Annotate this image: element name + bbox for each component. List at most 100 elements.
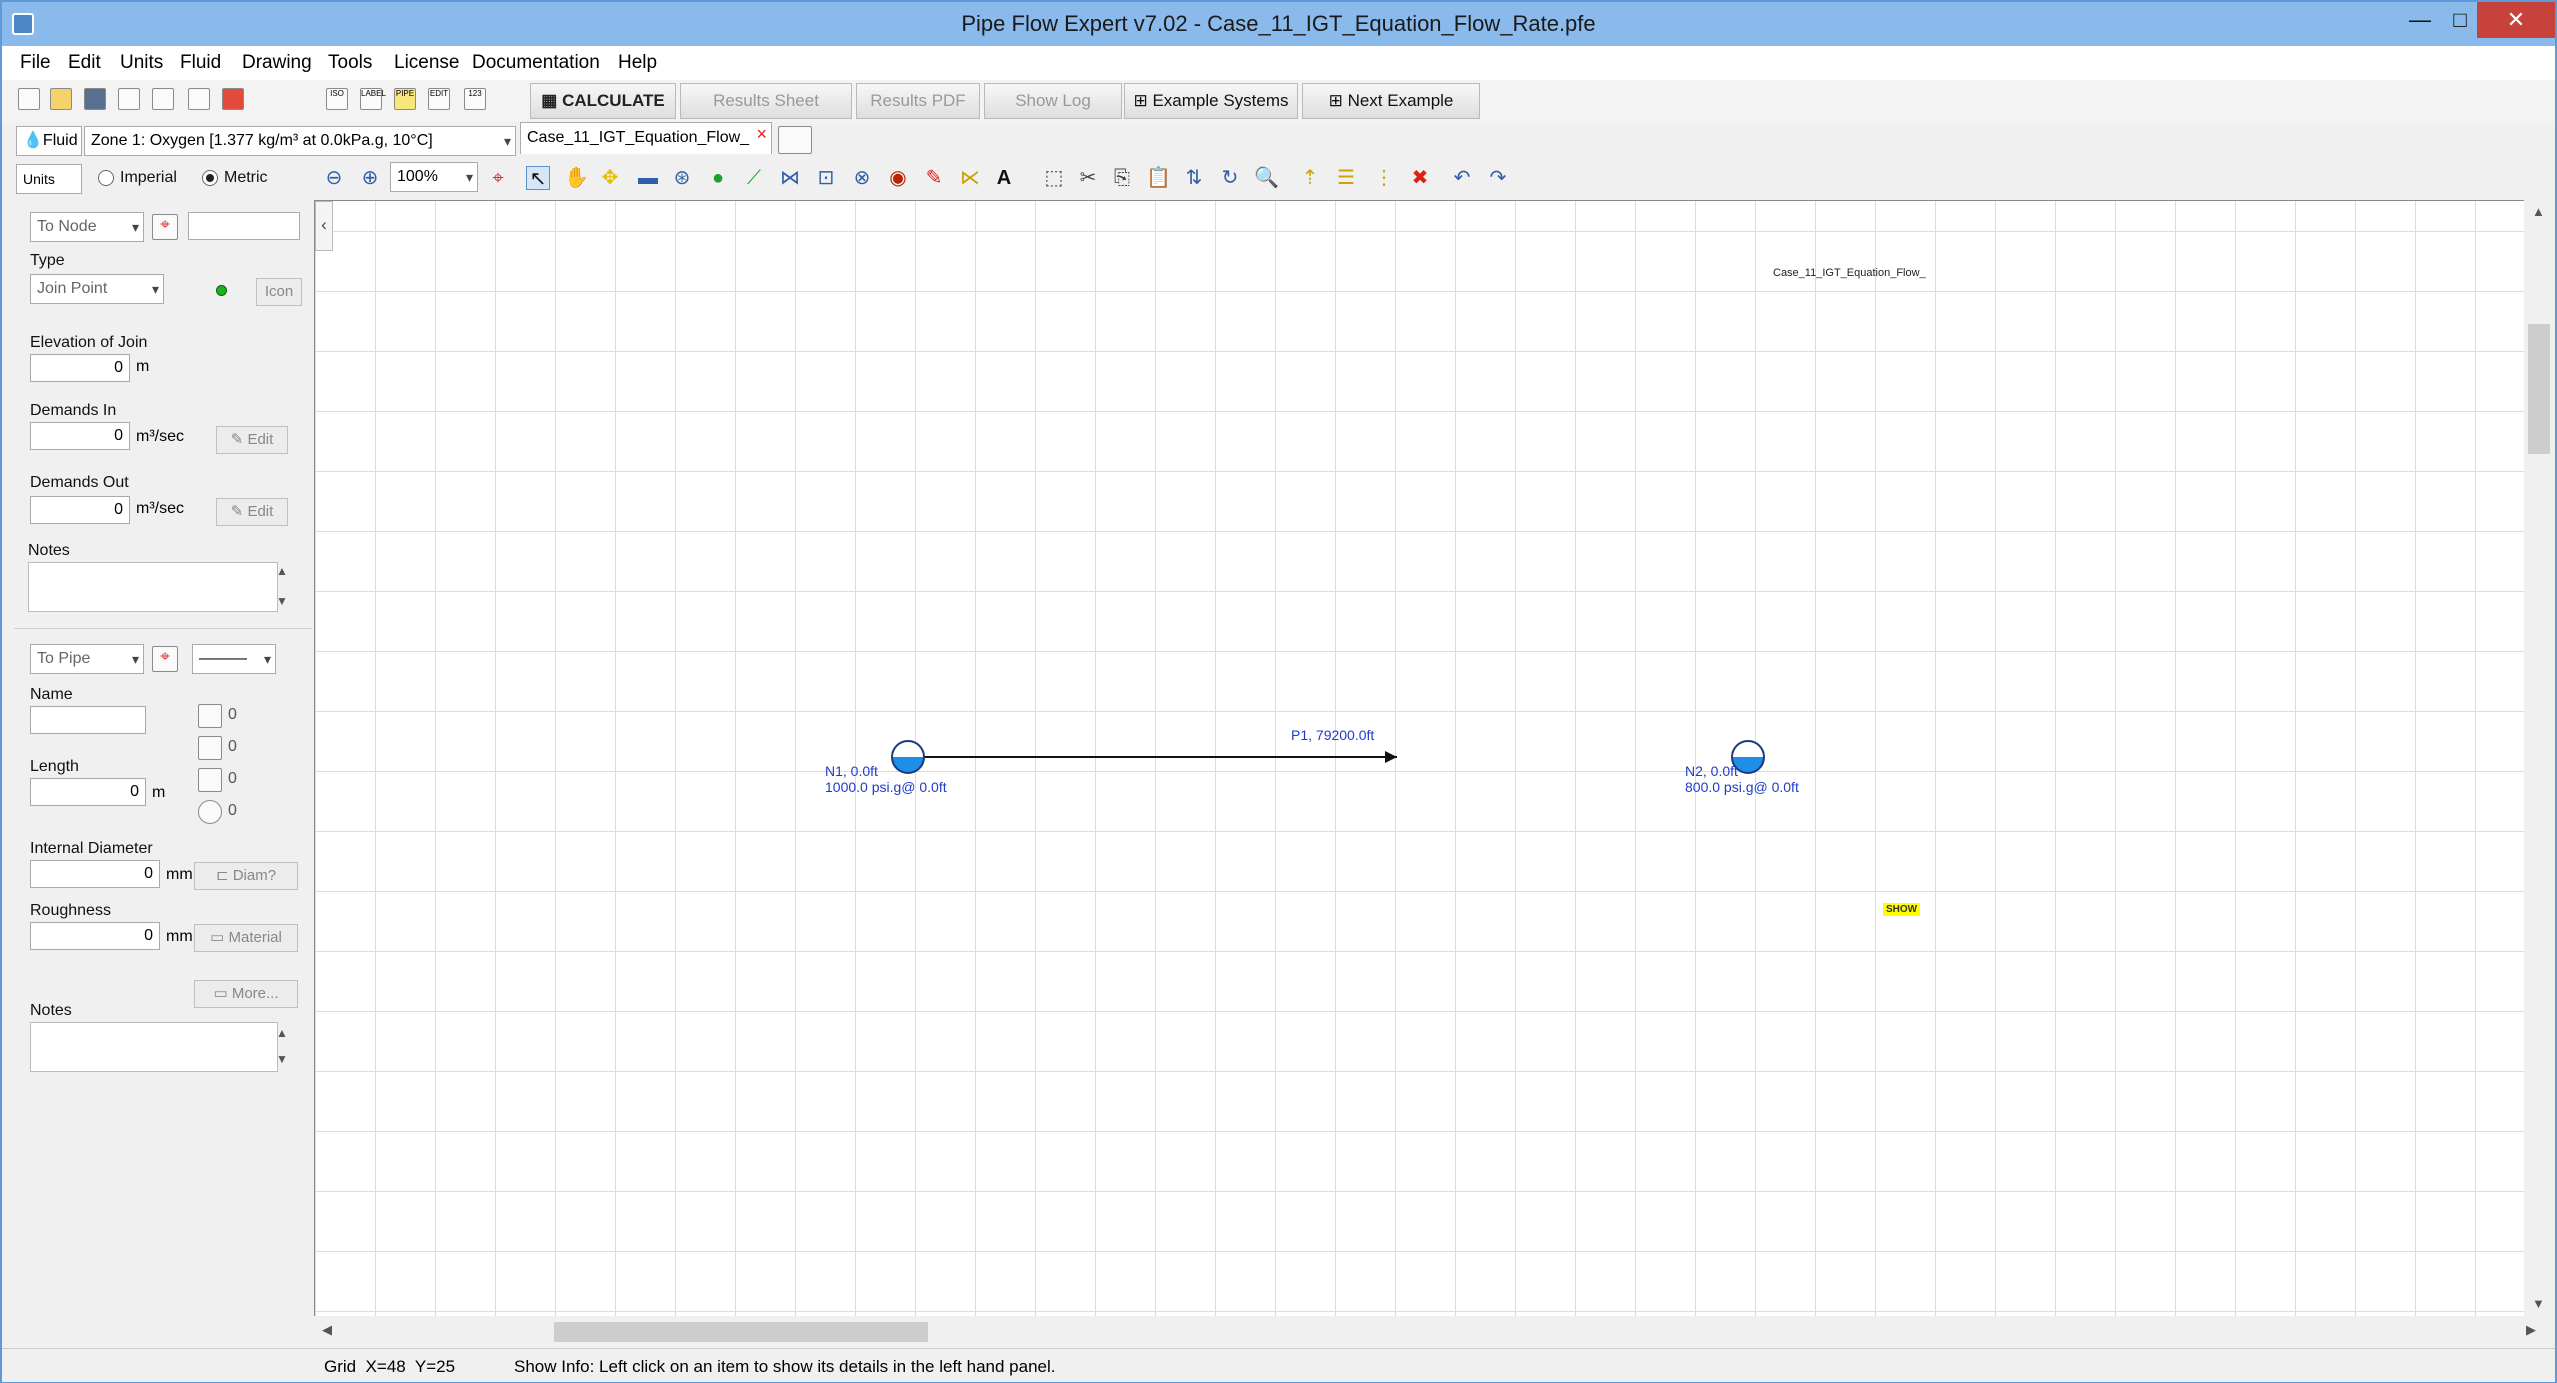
node-n1[interactable]	[891, 740, 925, 774]
horizontal-scrollbar[interactable]: ◀ ▶	[314, 1316, 2536, 1346]
label-icon[interactable]: LABEL	[360, 88, 386, 110]
valve-icon[interactable]: ⋈	[778, 166, 802, 190]
length-field[interactable]: 0	[30, 778, 146, 806]
demands-out-edit-button[interactable]: ✎ Edit	[216, 498, 288, 526]
box-select-icon[interactable]: ⬚	[1042, 166, 1066, 190]
menu-units[interactable]: Units	[120, 52, 163, 74]
iso-icon[interactable]: ISO	[326, 88, 348, 110]
pipe-icon[interactable]: PIPE	[394, 88, 416, 110]
distribute-icon[interactable]: ⋮	[1372, 166, 1396, 190]
pipe-notes-scroll-down-icon[interactable]: ▼	[276, 1052, 288, 1066]
pdf-icon[interactable]	[222, 88, 244, 110]
pipe-notes-scroll-up-icon[interactable]: ▲	[276, 1026, 288, 1040]
edit-icon[interactable]: EDIT	[428, 88, 450, 110]
tab-close-icon[interactable]: ×	[756, 119, 767, 149]
flip-icon[interactable]: ⇅	[1182, 166, 1206, 190]
elevation-field[interactable]: 0	[30, 354, 130, 382]
demands-in-edit-button[interactable]: ✎ Edit	[216, 426, 288, 454]
menu-help[interactable]: Help	[618, 52, 657, 74]
horizontal-scroll-thumb[interactable]	[554, 1322, 928, 1342]
to-node-select[interactable]: To Node ▾	[30, 212, 144, 242]
numbers-icon[interactable]: 123	[464, 88, 486, 110]
print-icon[interactable]	[188, 88, 210, 110]
zoom-out-icon[interactable]: ⊖	[322, 166, 346, 190]
pump-icon[interactable]: ⊛	[670, 166, 694, 190]
zoom-select[interactable]: 100% ▾	[390, 162, 478, 192]
node-icon[interactable]: ●	[706, 166, 730, 190]
node-type-select[interactable]: Join Point ▾	[30, 274, 164, 304]
results-sheet-button[interactable]: Results Sheet	[680, 83, 852, 119]
fixed-flow-icon[interactable]: ⋉	[958, 166, 982, 190]
target-icon[interactable]: ⌖	[486, 166, 510, 190]
node-name-field[interactable]	[188, 212, 300, 240]
draw-pipe-icon[interactable]: ⟋	[742, 166, 766, 190]
export-icon[interactable]	[152, 88, 174, 110]
menu-edit[interactable]: Edit	[68, 52, 101, 74]
fitting-icon[interactable]: ⊗	[850, 166, 874, 190]
next-example-button[interactable]: ⊞ Next Example	[1302, 83, 1480, 119]
redo-icon[interactable]: ↷	[1486, 166, 1510, 190]
node-notes-field[interactable]	[28, 562, 278, 612]
icon-button[interactable]: Icon	[256, 278, 302, 306]
tank-icon[interactable]: ▬	[636, 166, 660, 190]
menu-license[interactable]: License	[394, 52, 460, 74]
collapse-panel-icon[interactable]: ‹	[315, 201, 333, 251]
align-up-icon[interactable]: ⇡	[1298, 166, 1322, 190]
fluid-button[interactable]: 💧Fluid	[16, 126, 82, 156]
results-pdf-button[interactable]: Results PDF	[856, 83, 980, 119]
vertical-scroll-thumb[interactable]	[2528, 324, 2550, 454]
save-icon[interactable]	[84, 88, 106, 110]
pipe-p1[interactable]	[893, 756, 1397, 758]
move-icon[interactable]: ✥	[598, 166, 622, 190]
menu-file[interactable]: File	[20, 52, 51, 74]
demands-out-field[interactable]: 0	[30, 496, 130, 524]
email-icon[interactable]	[118, 88, 140, 110]
show-log-button[interactable]: Show Log	[984, 83, 1122, 119]
material-button[interactable]: ▭ Material	[194, 924, 298, 952]
units-button[interactable]: Units	[16, 164, 82, 194]
scroll-down-icon[interactable]: ▼	[2532, 1296, 2545, 1311]
select-arrow-icon[interactable]: ↖	[526, 166, 550, 190]
example-systems-button[interactable]: ⊞ Example Systems	[1124, 83, 1298, 119]
locate-pipe-icon[interactable]: ⌖	[152, 646, 178, 672]
new-tab-icon[interactable]	[778, 126, 812, 154]
fluid-zone-select[interactable]: Zone 1: Oxygen [1.377 kg/m³ at 0.0kPa.g,…	[84, 126, 516, 156]
diameter-field[interactable]: 0	[30, 860, 160, 888]
find-icon[interactable]: 🔍	[1254, 166, 1279, 190]
imperial-radio[interactable]	[98, 170, 114, 186]
cut-icon[interactable]: ✂	[1076, 166, 1100, 190]
text-tool-icon[interactable]: A	[992, 166, 1016, 190]
scroll-right-icon[interactable]: ▶	[2526, 1322, 2536, 1338]
pipe-name-field[interactable]	[30, 706, 146, 734]
calculate-button[interactable]: ▦ CALCULATE	[530, 83, 676, 119]
delete-icon[interactable]: ✖	[1408, 166, 1432, 190]
more-button[interactable]: ▭ More...	[194, 980, 298, 1008]
line-style-select[interactable]: ——— ▾	[192, 644, 276, 674]
show-tag[interactable]: SHOW	[1883, 903, 1921, 916]
pump-curve-icon[interactable]: ◉	[886, 166, 910, 190]
to-pipe-select[interactable]: To Pipe ▾	[30, 644, 144, 674]
menu-documentation[interactable]: Documentation	[472, 52, 600, 74]
menu-tools[interactable]: Tools	[328, 52, 372, 74]
metric-radio[interactable]	[202, 170, 218, 186]
menu-drawing[interactable]: Drawing	[242, 52, 312, 74]
undo-icon[interactable]: ↶	[1450, 166, 1474, 190]
align-icon[interactable]: ☰	[1334, 166, 1358, 190]
pan-hand-icon[interactable]: ✋	[564, 166, 589, 190]
demands-in-field[interactable]: 0	[30, 422, 130, 450]
rotate-icon[interactable]: ↻	[1218, 166, 1242, 190]
roughness-field[interactable]: 0	[30, 922, 160, 950]
component-icon[interactable]: ⊡	[814, 166, 838, 190]
zoom-in-icon[interactable]: ⊕	[358, 166, 382, 190]
pipe-notes-field[interactable]	[30, 1022, 278, 1072]
new-file-icon[interactable]	[18, 88, 40, 110]
close-button[interactable]: ✕	[2477, 2, 2555, 38]
menu-fluid[interactable]: Fluid	[180, 52, 221, 74]
notes-scroll-down-icon[interactable]: ▼	[276, 594, 288, 608]
copy-icon[interactable]: ⎘	[1110, 166, 1134, 190]
locate-node-icon[interactable]: ⌖	[152, 214, 178, 240]
scroll-left-icon[interactable]: ◀	[322, 1322, 332, 1338]
pencil-icon[interactable]: ✎	[922, 166, 946, 190]
drawing-canvas[interactable]: ‹ Case_11_IGT_Equation_Flow_ P1, 79200.0…	[314, 200, 2524, 1316]
paste-icon[interactable]: 📋	[1146, 166, 1171, 190]
